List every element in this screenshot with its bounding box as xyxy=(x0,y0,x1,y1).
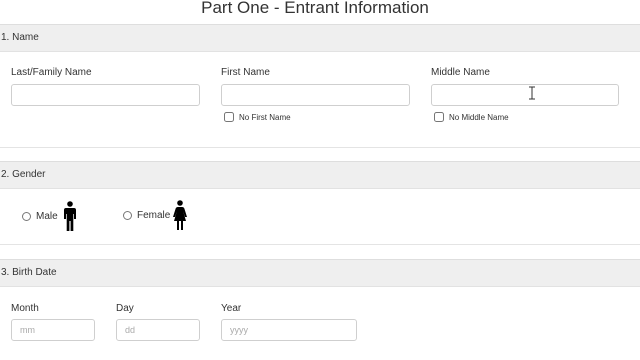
year-input[interactable] xyxy=(221,319,357,341)
section-divider xyxy=(0,147,640,148)
section-divider xyxy=(0,244,640,245)
first-name-label: First Name xyxy=(221,67,270,78)
section-header-birth-date: 3. Birth Date xyxy=(0,259,640,287)
no-middle-name-label: No Middle Name xyxy=(449,112,509,122)
male-figure-icon xyxy=(64,201,76,231)
text-cursor-icon xyxy=(529,86,535,100)
male-label: Male xyxy=(36,211,58,222)
female-radio[interactable] xyxy=(123,211,132,220)
day-input[interactable] xyxy=(116,319,200,341)
middle-name-input[interactable] xyxy=(431,84,619,106)
month-label: Month xyxy=(11,303,39,314)
last-name-input[interactable] xyxy=(11,84,200,106)
female-figure-icon xyxy=(173,200,187,230)
page-title: Part One - Entrant Information xyxy=(201,0,429,17)
section-header-name: 1. Name xyxy=(0,24,640,52)
last-name-label: Last/Family Name xyxy=(11,67,92,78)
no-middle-name-checkbox[interactable] xyxy=(434,112,444,122)
male-radio[interactable] xyxy=(22,212,31,221)
day-label: Day xyxy=(116,303,134,314)
month-input[interactable] xyxy=(11,319,95,341)
no-middle-name-option[interactable]: No Middle Name xyxy=(434,112,509,122)
no-first-name-option[interactable]: No First Name xyxy=(224,112,291,122)
first-name-input[interactable] xyxy=(221,84,410,106)
gender-male-option[interactable]: Male xyxy=(22,211,58,222)
middle-name-label: Middle Name xyxy=(431,67,490,78)
year-label: Year xyxy=(221,303,242,314)
no-first-name-label: No First Name xyxy=(239,112,291,122)
gender-female-option[interactable]: Female xyxy=(123,210,170,221)
no-first-name-checkbox[interactable] xyxy=(224,112,234,122)
section-header-gender: 2. Gender xyxy=(0,161,640,189)
female-label: Female xyxy=(137,210,171,221)
